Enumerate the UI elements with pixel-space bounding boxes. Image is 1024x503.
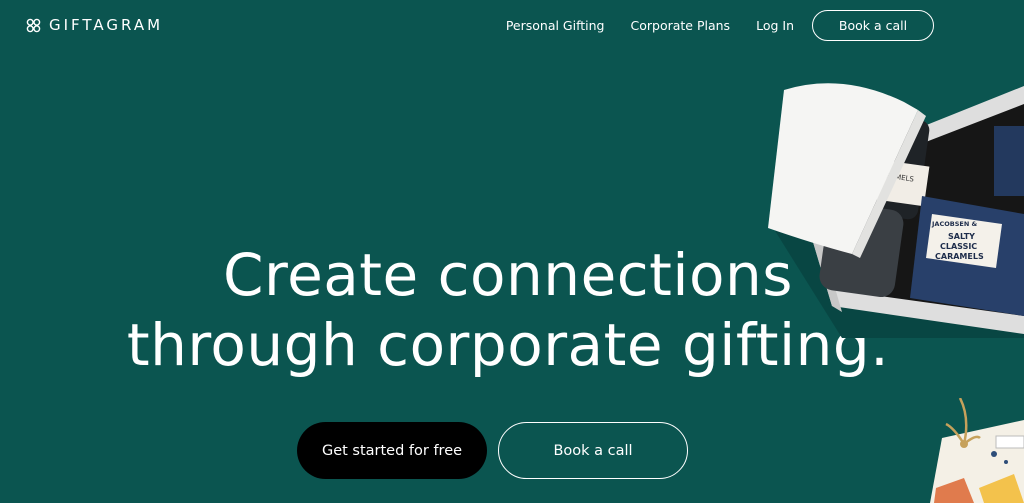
bag-line-3: CARAMELS — [935, 252, 984, 261]
card-tag — [995, 435, 1024, 449]
nav-book-call-button[interactable]: Book a call — [812, 10, 934, 41]
nav-personal-gifting[interactable]: Personal Gifting — [506, 18, 605, 33]
bag-line-2: CLASSIC — [940, 242, 977, 251]
ribbon-knot — [960, 440, 968, 448]
main-nav: Personal Gifting Corporate Plans Log In … — [506, 10, 934, 41]
nav-log-in[interactable]: Log In — [756, 18, 794, 33]
book-call-button[interactable]: Book a call — [498, 422, 688, 479]
logo-text: GIFTAGRAM — [49, 16, 164, 34]
gift-card-image — [930, 398, 1024, 503]
giftagram-flower-icon — [26, 18, 41, 32]
card-dot-1 — [991, 451, 997, 457]
gift-box-image: ALTY CARAMELS JACOBSEN & SALTY CLASSIC C… — [768, 83, 1024, 338]
card-dot-2 — [1004, 460, 1008, 464]
logo[interactable]: GIFTAGRAM — [26, 16, 163, 34]
second-bag — [994, 126, 1024, 196]
bag-brand-text: JACOBSEN & — [931, 220, 978, 228]
nav-corporate-plans[interactable]: Corporate Plans — [631, 18, 731, 33]
get-started-button[interactable]: Get started for free — [297, 422, 487, 479]
bag-line-1: SALTY — [948, 232, 975, 241]
